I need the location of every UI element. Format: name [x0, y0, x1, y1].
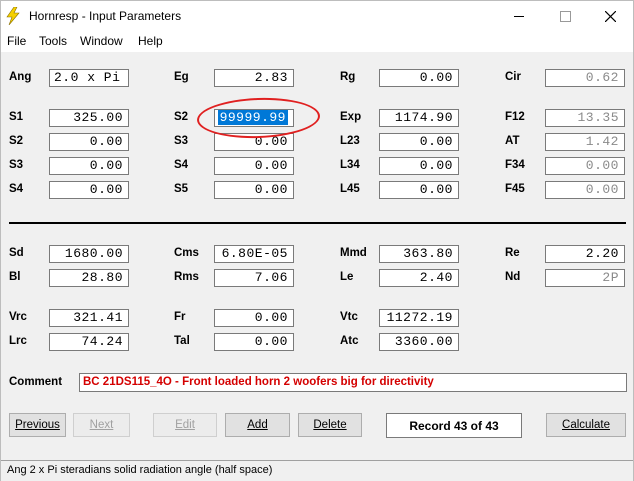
- field-l23[interactable]: 0.00: [379, 133, 459, 151]
- label-ang: Ang: [9, 71, 32, 83]
- field-rg[interactable]: 0.00: [379, 69, 459, 87]
- label-rg: Rg: [340, 71, 356, 83]
- menu-file[interactable]: File: [5, 33, 28, 49]
- label-s4-right: S4: [174, 159, 189, 171]
- field-s2-left[interactable]: 0.00: [49, 133, 129, 151]
- maximize-button[interactable]: [542, 1, 588, 32]
- label-cir: Cir: [505, 71, 521, 83]
- label-sd: Sd: [9, 247, 24, 259]
- label-rms: Rms: [174, 271, 199, 283]
- label-l45: L45: [340, 183, 360, 195]
- field-sd[interactable]: 1680.00: [49, 245, 129, 263]
- label-exp: Exp: [340, 111, 362, 123]
- label-eg: Eg: [174, 71, 189, 83]
- edit-button[interactable]: Edit: [153, 413, 217, 437]
- label-comment: Comment: [9, 376, 63, 388]
- label-s3-left: S3: [9, 159, 24, 171]
- label-s2-left: S2: [9, 135, 24, 147]
- label-f12: F12: [505, 111, 525, 123]
- field-bl[interactable]: 28.80: [49, 269, 129, 287]
- label-f34: F34: [505, 159, 525, 171]
- add-button[interactable]: Add: [225, 413, 290, 437]
- field-fr[interactable]: 0.00: [214, 309, 294, 327]
- field-exp[interactable]: 1174.90: [379, 109, 459, 127]
- next-button[interactable]: Next: [73, 413, 130, 437]
- field-rms[interactable]: 7.06: [214, 269, 294, 287]
- field-re[interactable]: 2.20: [545, 245, 625, 263]
- lightning-bolt-icon: [6, 7, 20, 25]
- label-s3-right: S3: [174, 135, 189, 147]
- section-divider: [9, 222, 626, 224]
- field-atc[interactable]: 3360.00: [379, 333, 459, 351]
- label-mmd: Mmd: [340, 247, 367, 259]
- field-eg[interactable]: 2.83: [214, 69, 294, 87]
- selected-text: 99999.99: [217, 110, 288, 125]
- label-s4-left: S4: [9, 183, 24, 195]
- field-f34: 0.00: [545, 157, 625, 175]
- hornresp-window: Hornresp - Input Parameters File Tools W…: [0, 0, 634, 481]
- field-vrc[interactable]: 321.41: [49, 309, 129, 327]
- minimize-icon: [514, 16, 524, 17]
- label-le: Le: [340, 271, 354, 283]
- field-s2-right[interactable]: 99999.99: [214, 109, 294, 127]
- calculate-button[interactable]: Calculate: [546, 413, 626, 437]
- field-s1[interactable]: 325.00: [49, 109, 129, 127]
- field-mmd[interactable]: 363.80: [379, 245, 459, 263]
- field-lrc[interactable]: 74.24: [49, 333, 129, 351]
- close-icon: [604, 11, 616, 22]
- delete-button[interactable]: Delete: [298, 413, 362, 437]
- comment-field[interactable]: BC 21DS115_4O - Front loaded horn 2 woof…: [79, 373, 627, 392]
- field-s3-left[interactable]: 0.00: [49, 157, 129, 175]
- label-fr: Fr: [174, 311, 186, 323]
- label-s2-right: S2: [174, 111, 189, 123]
- label-vrc: Vrc: [9, 311, 27, 323]
- menu-help[interactable]: Help: [136, 33, 165, 49]
- label-l34: L34: [340, 159, 360, 171]
- label-atc: Atc: [340, 335, 359, 347]
- menu-bar: File Tools Window Help: [1, 32, 633, 53]
- field-ang[interactable]: 2.0 x Pi: [49, 69, 129, 87]
- status-bar: Ang 2 x Pi steradians solid radiation an…: [1, 460, 633, 481]
- label-bl: Bl: [9, 271, 21, 283]
- previous-button[interactable]: Previous: [9, 413, 66, 437]
- window-title: Hornresp - Input Parameters: [29, 9, 182, 23]
- title-bar: Hornresp - Input Parameters: [1, 1, 633, 32]
- field-s4-left[interactable]: 0.00: [49, 181, 129, 199]
- field-cir: 0.62: [545, 69, 625, 87]
- menu-window[interactable]: Window: [78, 33, 125, 49]
- field-l45[interactable]: 0.00: [379, 181, 459, 199]
- field-vtc[interactable]: 11272.19: [379, 309, 459, 327]
- minimize-button[interactable]: [496, 1, 542, 32]
- menu-tools[interactable]: Tools: [37, 33, 69, 49]
- field-le[interactable]: 2.40: [379, 269, 459, 287]
- maximize-icon: [559, 11, 571, 22]
- field-s4-right[interactable]: 0.00: [214, 157, 294, 175]
- close-button[interactable]: [587, 1, 633, 32]
- label-cms: Cms: [174, 247, 199, 259]
- label-re: Re: [505, 247, 520, 259]
- label-at: AT: [505, 135, 520, 147]
- field-at: 1.42: [545, 133, 625, 151]
- label-tal: Tal: [174, 335, 190, 347]
- field-nd[interactable]: 2P: [545, 269, 625, 287]
- label-l23: L23: [340, 135, 360, 147]
- status-text: Ang 2 x Pi steradians solid radiation an…: [7, 464, 273, 476]
- label-f45: F45: [505, 183, 525, 195]
- field-f45: 0.00: [545, 181, 625, 199]
- field-tal[interactable]: 0.00: [214, 333, 294, 351]
- label-vtc: Vtc: [340, 311, 358, 323]
- label-nd: Nd: [505, 271, 521, 283]
- label-s1: S1: [9, 111, 24, 123]
- record-indicator: Record 43 of 43: [386, 413, 522, 438]
- label-lrc: Lrc: [9, 335, 27, 347]
- field-s5[interactable]: 0.00: [214, 181, 294, 199]
- field-s3-right[interactable]: 0.00: [214, 133, 294, 151]
- field-l34[interactable]: 0.00: [379, 157, 459, 175]
- label-s5: S5: [174, 183, 189, 195]
- field-cms[interactable]: 6.80E-05: [214, 245, 294, 263]
- field-f12: 13.35: [545, 109, 625, 127]
